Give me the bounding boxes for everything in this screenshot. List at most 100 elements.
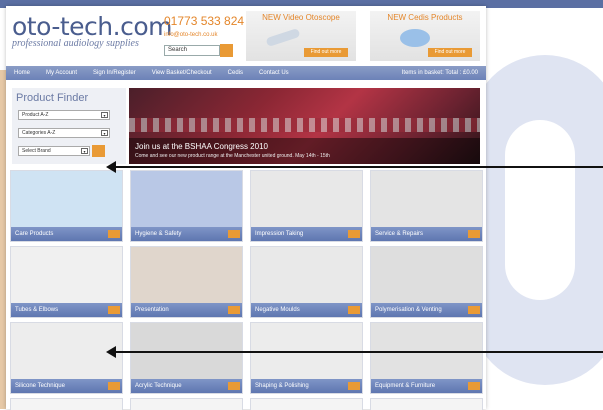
- nav-sign-in[interactable]: Sign In/Register: [85, 70, 144, 76]
- brand-select[interactable]: Select Brand ▾: [18, 146, 90, 156]
- go-button[interactable]: [108, 382, 120, 390]
- category-label-text: Negative Moulds: [255, 307, 300, 313]
- phone-number: 01773 533 824: [164, 14, 245, 28]
- product-finder: Product Finder Product A-Z ▾ Categories A…: [12, 88, 126, 164]
- category-tile[interactable]: Polymerisation & Venting: [370, 246, 483, 318]
- nav-contact[interactable]: Contact Us: [251, 70, 297, 76]
- logo-name: oto-tech.com: [12, 12, 173, 41]
- category-image: [131, 247, 242, 303]
- site-header: oto-tech.com professional audiology supp…: [6, 6, 486, 64]
- category-label: Service & Repairs: [371, 227, 482, 241]
- category-label-text: Impression Taking: [255, 231, 304, 237]
- search-input[interactable]: Search: [164, 45, 220, 56]
- category-label-text: Tubes & Elbows: [15, 307, 59, 313]
- category-label: Care Products: [11, 227, 122, 241]
- go-button[interactable]: [228, 382, 240, 390]
- category-tile-partial[interactable]: [130, 398, 243, 410]
- category-select[interactable]: Categories A-Z ▾: [18, 128, 110, 138]
- category-label: Negative Moulds: [251, 303, 362, 317]
- category-tile[interactable]: Equipment & Furniture: [370, 322, 483, 394]
- category-grid: Care Products Hygiene & Safety Impression …: [10, 170, 484, 410]
- category-tile[interactable]: Negative Moulds: [250, 246, 363, 318]
- watermark-inner: [505, 120, 575, 300]
- go-button[interactable]: [468, 230, 480, 238]
- pointer-arrow-silicone: [106, 346, 603, 358]
- category-label: Presentation: [131, 303, 242, 317]
- category-label: Polymerisation & Venting: [371, 303, 482, 317]
- go-button[interactable]: [348, 382, 360, 390]
- go-button[interactable]: [348, 230, 360, 238]
- promo-cedis[interactable]: NEW Cedis Products Find out more: [370, 11, 480, 61]
- go-button[interactable]: [468, 306, 480, 314]
- category-label-text: Acrylic Technique: [135, 383, 182, 389]
- contact-info: 01773 533 824 info@oto-tech.co.uk: [164, 14, 244, 38]
- category-tile-partial[interactable]: [10, 398, 123, 410]
- email-address[interactable]: info@oto-tech.co.uk: [164, 32, 244, 38]
- brand-select-value: Select Brand: [22, 148, 51, 154]
- otoscope-image: [265, 27, 301, 48]
- category-label-text: Polymerisation & Venting: [375, 307, 442, 313]
- banner-subtext: Come and see our new product range at th…: [135, 153, 330, 159]
- go-button[interactable]: [468, 382, 480, 390]
- stadium-seats: [129, 118, 480, 132]
- category-tile[interactable]: Care Products: [10, 170, 123, 242]
- category-image: [371, 247, 482, 303]
- go-button[interactable]: [228, 230, 240, 238]
- category-image: [371, 171, 482, 227]
- category-label: Equipment & Furniture: [371, 379, 482, 393]
- go-button[interactable]: [348, 306, 360, 314]
- category-label-text: Shaping & Polishing: [255, 383, 309, 389]
- category-tile[interactable]: Service & Repairs: [370, 170, 483, 242]
- category-label-text: Service & Repairs: [375, 231, 424, 237]
- cedis-image: [400, 29, 430, 47]
- site-logo[interactable]: oto-tech.com professional audiology supp…: [12, 12, 173, 49]
- category-label: Silicone Technique: [11, 379, 122, 393]
- promo-otoscope[interactable]: NEW Video Otoscope Find out more: [246, 11, 356, 61]
- category-tile[interactable]: Shaping & Polishing: [250, 322, 363, 394]
- nav-home[interactable]: Home: [6, 70, 38, 76]
- category-label-text: Presentation: [135, 307, 169, 313]
- chevron-down-icon: ▾: [101, 112, 108, 118]
- basket-total[interactable]: Items in basket: Total : £0.00: [394, 70, 486, 76]
- category-tile[interactable]: Acrylic Technique: [130, 322, 243, 394]
- promo-title: NEW Video Otoscope: [262, 13, 340, 22]
- website-page: oto-tech.com professional audiology supp…: [6, 6, 486, 410]
- go-button[interactable]: [228, 306, 240, 314]
- nav-cedis[interactable]: Cedis: [220, 70, 251, 76]
- chevron-down-icon: ▾: [101, 130, 108, 136]
- find-out-more-button[interactable]: Find out more: [304, 48, 348, 57]
- category-tile-partial[interactable]: [250, 398, 363, 410]
- go-button[interactable]: [108, 306, 120, 314]
- product-select[interactable]: Product A-Z ▾: [18, 110, 110, 120]
- category-select-value: Categories A-Z: [22, 130, 56, 136]
- main-nav: Home My Account Sign In/Register View Ba…: [6, 66, 486, 80]
- category-tile-partial[interactable]: [370, 398, 483, 410]
- category-tile[interactable]: Tubes & Elbows: [10, 246, 123, 318]
- congress-banner[interactable]: Join us at the BSHAA Congress 2010 Come …: [129, 88, 480, 164]
- category-label: Impression Taking: [251, 227, 362, 241]
- category-label: Acrylic Technique: [131, 379, 242, 393]
- category-label: Tubes & Elbows: [11, 303, 122, 317]
- nav-my-account[interactable]: My Account: [38, 70, 85, 76]
- search-button[interactable]: [220, 44, 233, 57]
- finder-go-button[interactable]: [92, 145, 105, 157]
- category-image: [251, 247, 362, 303]
- banner-caption: Join us at the BSHAA Congress 2010 Come …: [129, 138, 480, 164]
- pointer-arrow-banner: [106, 161, 603, 173]
- product-select-value: Product A-Z: [22, 112, 49, 118]
- category-image: [11, 247, 122, 303]
- category-tile[interactable]: Impression Taking: [250, 170, 363, 242]
- go-button[interactable]: [108, 230, 120, 238]
- category-label-text: Equipment & Furniture: [375, 383, 436, 389]
- category-tile[interactable]: Presentation: [130, 246, 243, 318]
- category-tile[interactable]: Hygiene & Safety: [130, 170, 243, 242]
- category-image: [11, 171, 122, 227]
- find-out-more-button[interactable]: Find out more: [428, 48, 472, 57]
- promo-title: NEW Cedis Products: [387, 13, 463, 22]
- chevron-down-icon: ▾: [81, 148, 88, 154]
- nav-view-basket[interactable]: View Basket/Checkout: [144, 70, 220, 76]
- category-image: [251, 171, 362, 227]
- category-label-text: Silicone Technique: [15, 383, 65, 389]
- category-tile[interactable]: Silicone Technique: [10, 322, 123, 394]
- category-label-text: Hygiene & Safety: [135, 231, 182, 237]
